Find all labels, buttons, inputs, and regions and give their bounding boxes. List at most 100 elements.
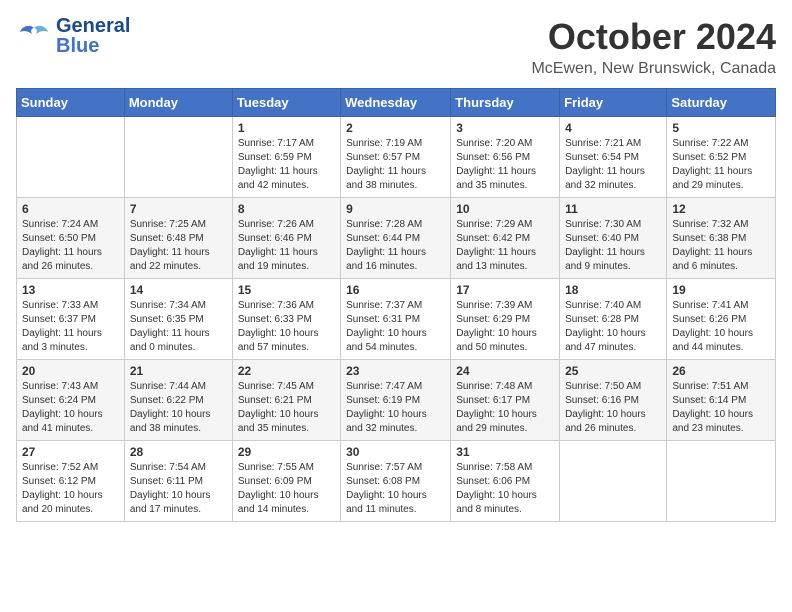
- calendar-cell: 18 Sunrise: 7:40 AM Sunset: 6:28 PM Dayli…: [560, 279, 667, 360]
- day-number: 13: [22, 283, 119, 297]
- calendar-cell: 23 Sunrise: 7:47 AM Sunset: 6:19 PM Dayli…: [341, 360, 451, 441]
- weekday-header: Friday: [560, 89, 667, 117]
- day-info: Sunrise: 7:21 AM Sunset: 6:54 PM Dayligh…: [565, 137, 661, 193]
- calendar-title-section: October 2024 McEwen, New Brunswick, Cana…: [531, 16, 776, 78]
- day-number: 2: [346, 121, 445, 135]
- day-number: 17: [456, 283, 554, 297]
- calendar-cell: 29 Sunrise: 7:55 AM Sunset: 6:09 PM Dayli…: [232, 441, 340, 522]
- day-info: Sunrise: 7:47 AM Sunset: 6:19 PM Dayligh…: [346, 380, 445, 436]
- day-info: Sunrise: 7:20 AM Sunset: 6:56 PM Dayligh…: [456, 137, 554, 193]
- day-number: 7: [130, 202, 227, 216]
- day-number: 21: [130, 364, 227, 378]
- calendar-cell: 20Sunrise: 7:43 AM Sunset: 6:24 PM Dayli…: [17, 360, 125, 441]
- day-info: Sunrise: 7:40 AM Sunset: 6:28 PM Dayligh…: [565, 299, 661, 355]
- calendar-cell: 21 Sunrise: 7:44 AM Sunset: 6:22 PM Dayli…: [124, 360, 232, 441]
- day-number: 29: [238, 445, 335, 459]
- weekday-header: Tuesday: [232, 89, 340, 117]
- day-info: Sunrise: 7:51 AM Sunset: 6:14 PM Dayligh…: [672, 380, 770, 436]
- day-number: 27: [22, 445, 119, 459]
- logo-text: General Blue: [56, 16, 130, 56]
- calendar-cell: 11 Sunrise: 7:30 AM Sunset: 6:40 PM Dayli…: [560, 198, 667, 279]
- calendar-week-row: 1 Sunrise: 7:17 AM Sunset: 6:59 PM Daylig…: [17, 117, 776, 198]
- day-number: 19: [672, 283, 770, 297]
- calendar-cell: 4 Sunrise: 7:21 AM Sunset: 6:54 PM Daylig…: [560, 117, 667, 198]
- calendar-cell: 12 Sunrise: 7:32 AM Sunset: 6:38 PM Dayli…: [667, 198, 776, 279]
- day-info: Sunrise: 7:30 AM Sunset: 6:40 PM Dayligh…: [565, 218, 661, 274]
- day-info: Sunrise: 7:57 AM Sunset: 6:08 PM Dayligh…: [346, 461, 445, 517]
- calendar-header-row: SundayMondayTuesdayWednesdayThursdayFrid…: [17, 89, 776, 117]
- calendar-cell: [667, 441, 776, 522]
- calendar-cell: 2 Sunrise: 7:19 AM Sunset: 6:57 PM Daylig…: [341, 117, 451, 198]
- page-header: General Blue October 2024 McEwen, New Br…: [16, 16, 776, 78]
- calendar-cell: 7 Sunrise: 7:25 AM Sunset: 6:48 PM Daylig…: [124, 198, 232, 279]
- calendar-week-row: 27 Sunrise: 7:52 AM Sunset: 6:12 PM Dayli…: [17, 441, 776, 522]
- day-info: Sunrise: 7:52 AM Sunset: 6:12 PM Dayligh…: [22, 461, 119, 517]
- calendar-week-row: 6 Sunrise: 7:24 AM Sunset: 6:50 PM Daylig…: [17, 198, 776, 279]
- day-info: Sunrise: 7:25 AM Sunset: 6:48 PM Dayligh…: [130, 218, 227, 274]
- calendar-cell: 16Sunrise: 7:37 AM Sunset: 6:31 PM Dayli…: [341, 279, 451, 360]
- weekday-header: Wednesday: [341, 89, 451, 117]
- day-info: Sunrise: 7:50 AM Sunset: 6:16 PM Dayligh…: [565, 380, 661, 436]
- day-info: Sunrise: 7:43 AM Sunset: 6:24 PM Dayligh…: [22, 380, 119, 436]
- calendar-cell: 19 Sunrise: 7:41 AM Sunset: 6:26 PM Dayli…: [667, 279, 776, 360]
- day-info: Sunrise: 7:48 AM Sunset: 6:17 PM Dayligh…: [456, 380, 554, 436]
- calendar-cell: 15Sunrise: 7:36 AM Sunset: 6:33 PM Dayli…: [232, 279, 340, 360]
- day-info: Sunrise: 7:24 AM Sunset: 6:50 PM Dayligh…: [22, 218, 119, 274]
- calendar-cell: 13 Sunrise: 7:33 AM Sunset: 6:37 PM Dayli…: [17, 279, 125, 360]
- calendar-cell: 1 Sunrise: 7:17 AM Sunset: 6:59 PM Daylig…: [232, 117, 340, 198]
- day-number: 26: [672, 364, 770, 378]
- weekday-header: Monday: [124, 89, 232, 117]
- day-number: 23: [346, 364, 445, 378]
- calendar-cell: 24 Sunrise: 7:48 AM Sunset: 6:17 PM Dayli…: [451, 360, 560, 441]
- day-info: Sunrise: 7:22 AM Sunset: 6:52 PM Dayligh…: [672, 137, 770, 193]
- calendar-cell: 27 Sunrise: 7:52 AM Sunset: 6:12 PM Dayli…: [17, 441, 125, 522]
- day-number: 31: [456, 445, 554, 459]
- day-info: Sunrise: 7:29 AM Sunset: 6:42 PM Dayligh…: [456, 218, 554, 274]
- brand-logo: General Blue: [16, 16, 130, 56]
- calendar-cell: 25Sunrise: 7:50 AM Sunset: 6:16 PM Dayli…: [560, 360, 667, 441]
- calendar-table: SundayMondayTuesdayWednesdayThursdayFrid…: [16, 88, 776, 522]
- day-number: 1: [238, 121, 335, 135]
- day-info: Sunrise: 7:28 AM Sunset: 6:44 PM Dayligh…: [346, 218, 445, 274]
- calendar-cell: [124, 117, 232, 198]
- day-number: 3: [456, 121, 554, 135]
- calendar-cell: 6 Sunrise: 7:24 AM Sunset: 6:50 PM Daylig…: [17, 198, 125, 279]
- day-info: Sunrise: 7:55 AM Sunset: 6:09 PM Dayligh…: [238, 461, 335, 517]
- calendar-cell: 3 Sunrise: 7:20 AM Sunset: 6:56 PM Daylig…: [451, 117, 560, 198]
- weekday-header: Thursday: [451, 89, 560, 117]
- day-number: 6: [22, 202, 119, 216]
- calendar-cell: 28Sunrise: 7:54 AM Sunset: 6:11 PM Dayli…: [124, 441, 232, 522]
- day-info: Sunrise: 7:41 AM Sunset: 6:26 PM Dayligh…: [672, 299, 770, 355]
- day-number: 15: [238, 283, 335, 297]
- month-year-title: October 2024: [531, 16, 776, 58]
- logo-icon: [16, 18, 52, 54]
- day-info: Sunrise: 7:39 AM Sunset: 6:29 PM Dayligh…: [456, 299, 554, 355]
- day-info: Sunrise: 7:44 AM Sunset: 6:22 PM Dayligh…: [130, 380, 227, 436]
- day-number: 11: [565, 202, 661, 216]
- day-info: Sunrise: 7:45 AM Sunset: 6:21 PM Dayligh…: [238, 380, 335, 436]
- day-info: Sunrise: 7:32 AM Sunset: 6:38 PM Dayligh…: [672, 218, 770, 274]
- calendar-cell: [17, 117, 125, 198]
- day-info: Sunrise: 7:34 AM Sunset: 6:35 PM Dayligh…: [130, 299, 227, 355]
- day-number: 18: [565, 283, 661, 297]
- day-info: Sunrise: 7:37 AM Sunset: 6:31 PM Dayligh…: [346, 299, 445, 355]
- calendar-cell: 8 Sunrise: 7:26 AM Sunset: 6:46 PM Daylig…: [232, 198, 340, 279]
- calendar-cell: 14 Sunrise: 7:34 AM Sunset: 6:35 PM Dayli…: [124, 279, 232, 360]
- day-info: Sunrise: 7:26 AM Sunset: 6:46 PM Dayligh…: [238, 218, 335, 274]
- calendar-cell: [560, 441, 667, 522]
- day-number: 24: [456, 364, 554, 378]
- day-info: Sunrise: 7:17 AM Sunset: 6:59 PM Dayligh…: [238, 137, 335, 193]
- day-number: 8: [238, 202, 335, 216]
- calendar-cell: 22Sunrise: 7:45 AM Sunset: 6:21 PM Dayli…: [232, 360, 340, 441]
- day-number: 12: [672, 202, 770, 216]
- day-number: 4: [565, 121, 661, 135]
- day-number: 14: [130, 283, 227, 297]
- day-info: Sunrise: 7:19 AM Sunset: 6:57 PM Dayligh…: [346, 137, 445, 193]
- calendar-cell: 9Sunrise: 7:28 AM Sunset: 6:44 PM Daylig…: [341, 198, 451, 279]
- day-info: Sunrise: 7:58 AM Sunset: 6:06 PM Dayligh…: [456, 461, 554, 517]
- day-info: Sunrise: 7:33 AM Sunset: 6:37 PM Dayligh…: [22, 299, 119, 355]
- day-number: 30: [346, 445, 445, 459]
- calendar-cell: 10Sunrise: 7:29 AM Sunset: 6:42 PM Dayli…: [451, 198, 560, 279]
- calendar-week-row: 20Sunrise: 7:43 AM Sunset: 6:24 PM Dayli…: [17, 360, 776, 441]
- day-number: 5: [672, 121, 770, 135]
